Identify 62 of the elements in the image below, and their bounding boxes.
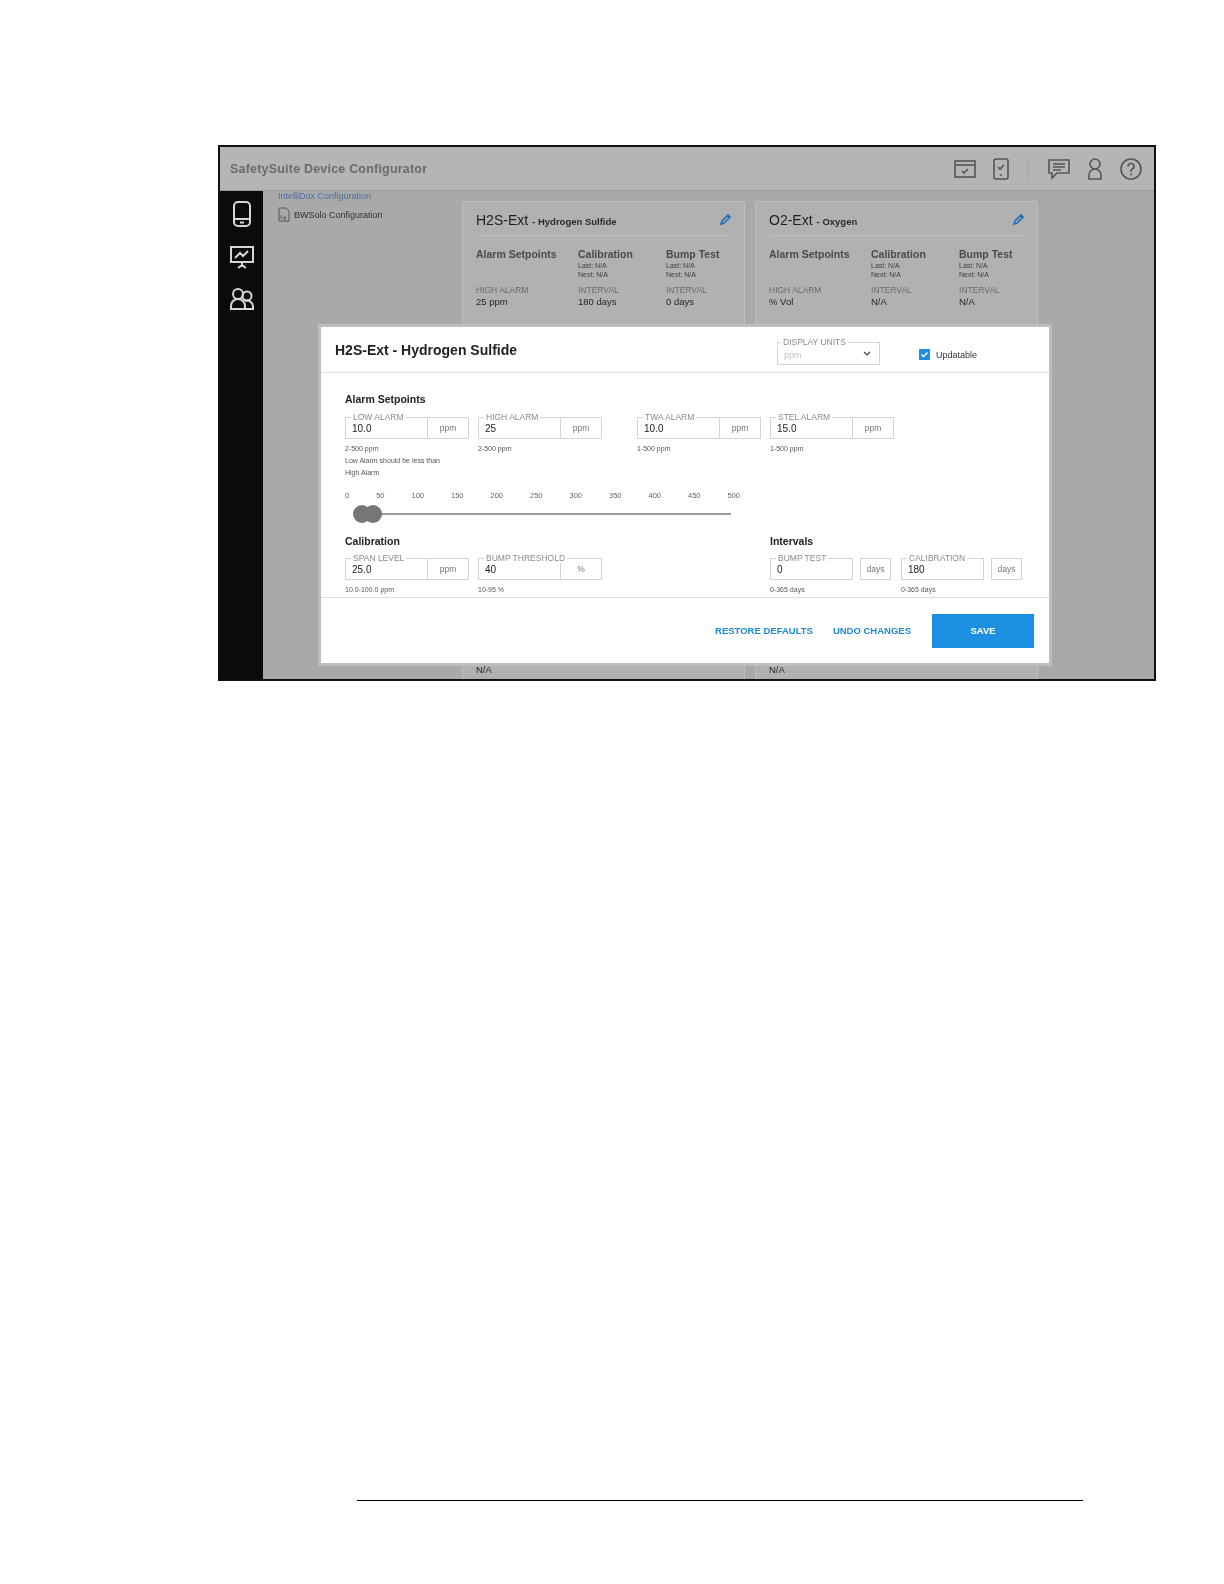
setting-value: 0 days (666, 296, 694, 307)
section-heading: Calibration (345, 535, 401, 547)
setting-value: N/A (769, 664, 785, 675)
field-label: LOW ALARM (351, 412, 406, 422)
setting-label: INTERVAL (959, 285, 1000, 295)
sensor-code: H2S-Ext (476, 212, 529, 228)
field-label: DISPLAY UNITS (781, 337, 848, 347)
field-label: TWA ALARM (643, 412, 697, 422)
pencil-icon[interactable] (1012, 214, 1024, 226)
pencil-icon[interactable] (719, 214, 731, 226)
setting-value: % Vol (769, 296, 794, 307)
setting-value: 180 days (578, 296, 617, 307)
unit-label: ppm (427, 418, 468, 438)
setting-value: N/A (871, 296, 887, 307)
user-icon[interactable] (1087, 157, 1103, 180)
chart-board-icon[interactable] (228, 245, 255, 269)
section-title: Bump Test (666, 248, 721, 261)
unit-label: ppm (852, 418, 893, 438)
section-title: Alarm Setpoints (769, 248, 851, 261)
setting-value: N/A (476, 664, 492, 675)
sensor-code: O2-Ext (769, 212, 813, 228)
unit-label: ppm (719, 418, 760, 438)
setting-label: HIGH ALARM (769, 285, 822, 295)
setting-label: INTERVAL (666, 285, 707, 295)
phone-check-icon[interactable] (993, 157, 1009, 180)
field-label: HIGH ALARM (484, 412, 541, 422)
section-heading: Alarm Setpoints (345, 393, 427, 405)
users-icon[interactable] (228, 287, 255, 311)
link-button[interactable]: RESTORE DEFAULTS (715, 621, 813, 640)
setting-label: INTERVAL (871, 285, 912, 295)
setting-label: HIGH ALARM (476, 285, 529, 295)
help-icon[interactable] (1120, 157, 1142, 180)
unit-label: ppm (560, 418, 601, 438)
section-heading: Intervals (770, 535, 815, 547)
checkbox-label: Updatable (936, 349, 978, 360)
unit-label: days (860, 558, 891, 580)
checkbox[interactable] (919, 349, 930, 360)
gas-name: - Oxygen (816, 215, 858, 227)
tree-item[interactable]: BWSolo Configuration (294, 209, 383, 220)
window-check-icon[interactable] (954, 159, 976, 178)
setting-value: 25 ppm (476, 296, 508, 307)
field-label: STEL ALARM (776, 412, 833, 422)
setting-value: N/A (959, 296, 975, 307)
app-title: SafetySuite Device Configurator (230, 161, 428, 176)
section-title: Alarm Setpoints (476, 248, 558, 261)
dialog-title: H2S-Ext - Hydrogen Sulfide (335, 341, 518, 358)
field-label: BUMP TEST (776, 553, 829, 563)
chat-icon[interactable] (1048, 157, 1070, 180)
chevron-icon (863, 351, 871, 356)
tablet-icon[interactable] (231, 201, 252, 227)
field-label: CALIBRATION (907, 553, 968, 563)
section-title: Calibration (871, 248, 927, 261)
setting-label: INTERVAL (578, 285, 619, 295)
section-title: Bump Test (959, 248, 1014, 261)
gas-name: - Hydrogen Sulfide (532, 215, 617, 227)
unit-label: days (991, 558, 1022, 580)
file-icon (278, 207, 290, 222)
unit-label: ppm (427, 559, 468, 579)
link-button[interactable]: UNDO CHANGES (832, 621, 911, 640)
field-label: BUMP THRESHOLD (484, 553, 568, 563)
section-title: Calibration (578, 248, 634, 261)
field-label: SPAN LEVEL (351, 553, 407, 563)
